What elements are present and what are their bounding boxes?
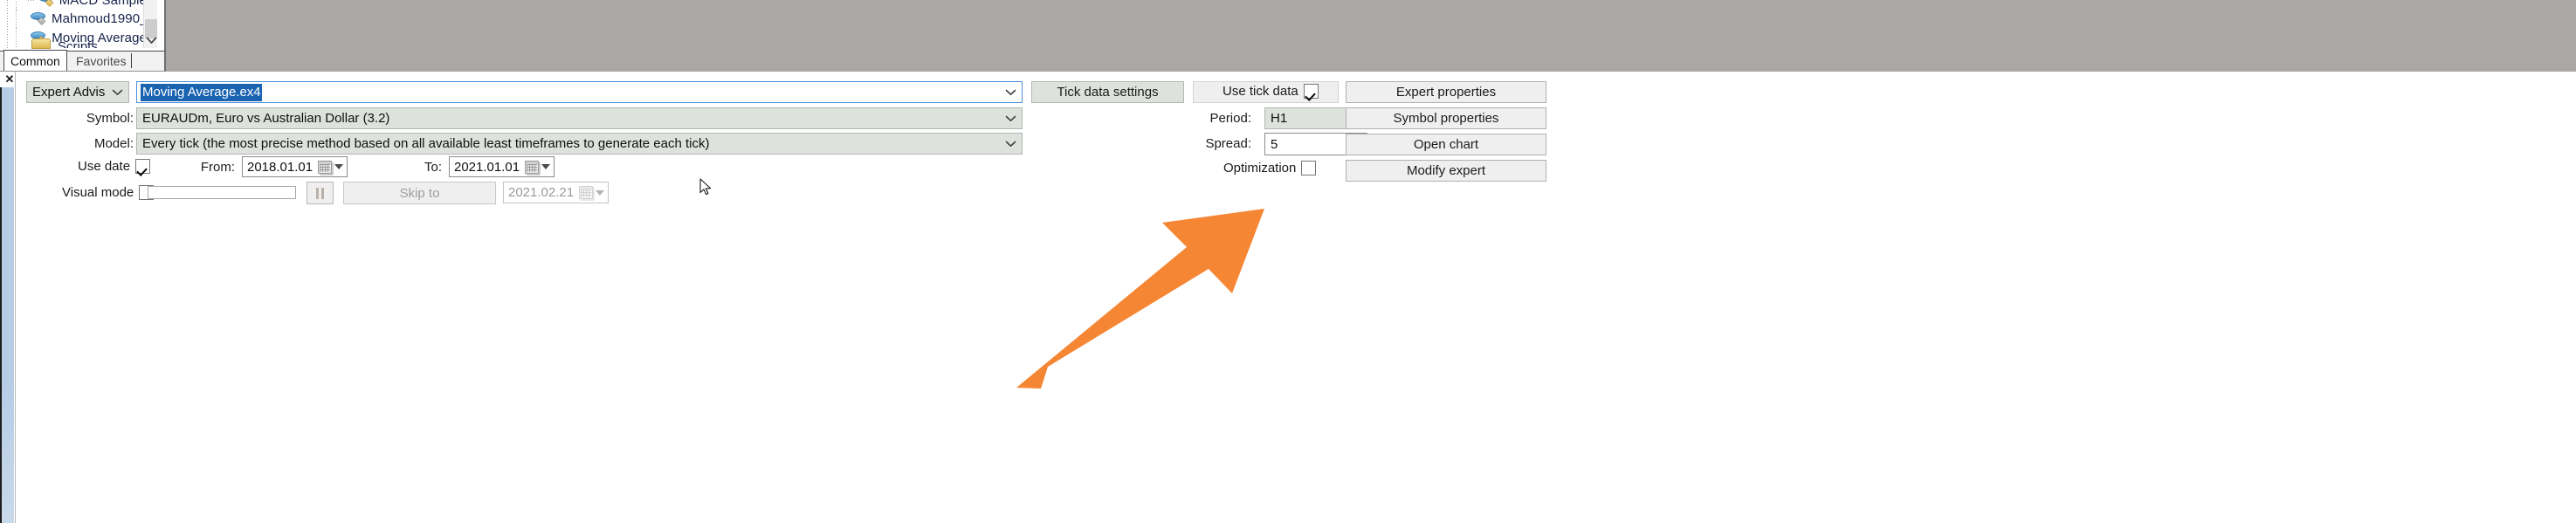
visual-mode-label: Visual mode xyxy=(62,185,134,200)
from-label: From: xyxy=(200,160,235,175)
pause-icon-bar-left xyxy=(316,187,319,199)
period-label: Period: xyxy=(1209,111,1251,126)
list-item-label: Mahmoud1990_B xyxy=(52,10,156,26)
optimization-label: Optimization xyxy=(1223,161,1297,175)
list-item-label: MACD Sample xyxy=(59,0,147,8)
desktop-backdrop xyxy=(166,0,2576,72)
chevron-down-icon xyxy=(541,164,550,169)
tab-common[interactable]: Common xyxy=(3,50,67,71)
use-date-label: Use date xyxy=(78,159,131,174)
model-label: Model: xyxy=(93,136,134,151)
chevron-down-icon xyxy=(334,164,343,169)
symbol-properties-button[interactable]: Symbol properties xyxy=(1346,107,1546,129)
use-tick-data-label: Use tick data xyxy=(1223,84,1298,99)
navigator-panel: MACD Sample Mahmoud1990_B Moving Average xyxy=(0,0,166,72)
modify-expert-label: Modify expert xyxy=(1406,163,1486,178)
strategy-tester-window: ✕ Expert Advisor Moving Average.ex4 Symb… xyxy=(0,72,2576,523)
to-date-value: 2021.01.01 xyxy=(454,159,520,175)
expert-file-input[interactable]: Moving Average.ex4 xyxy=(136,81,1023,103)
open-chart-label: Open chart xyxy=(1413,137,1479,152)
expert-type-dropdown[interactable]: Expert Advisor xyxy=(26,81,129,103)
tab-common-label: Common xyxy=(10,53,60,68)
symbol-label: Symbol: xyxy=(86,111,134,126)
calendar-icon xyxy=(579,186,593,199)
modify-expert-button[interactable]: Modify expert xyxy=(1346,160,1546,182)
tester-body: Expert Advisor Moving Average.ex4 Symbol… xyxy=(15,72,2576,523)
close-icon[interactable]: ✕ xyxy=(3,73,16,86)
from-date-value: 2018.01.01 xyxy=(247,159,313,175)
expert-properties-label: Expert properties xyxy=(1395,85,1497,100)
tick-data-settings-label: Tick data settings xyxy=(1057,85,1159,100)
chevron-down-icon xyxy=(596,189,604,196)
skip-to-date-input[interactable]: 2021.02.21 xyxy=(503,182,609,203)
model-value: Every tick (the most precise method base… xyxy=(142,136,710,151)
chevron-down-icon xyxy=(106,89,128,96)
tree-connector xyxy=(28,0,36,1)
expert-type-value: Expert Advisor xyxy=(32,85,106,100)
skip-to-button[interactable]: Skip to xyxy=(343,182,496,204)
to-date-picker[interactable] xyxy=(525,160,554,174)
tree-line xyxy=(16,9,17,28)
list-item[interactable]: Mahmoud1990_B xyxy=(16,9,156,28)
orange-pointer-arrow xyxy=(1002,203,1273,399)
skip-to-date-picker[interactable] xyxy=(579,186,608,199)
tester-side-strip xyxy=(2,87,14,523)
expert-file-value: Moving Average.ex4 xyxy=(141,83,262,101)
screen-root: MACD Sample Mahmoud1990_B Moving Average xyxy=(0,0,2576,523)
visual-mode-speed-slider[interactable] xyxy=(148,186,296,199)
scripts-folder-icon xyxy=(31,38,51,49)
use-date-checkbox[interactable]: Use date xyxy=(78,159,151,174)
from-date-picker[interactable] xyxy=(318,160,347,174)
expert-advisor-icon xyxy=(30,10,47,26)
spread-label: Spread: xyxy=(1205,136,1251,151)
period-value: H1 xyxy=(1271,111,1288,126)
open-chart-button[interactable]: Open chart xyxy=(1346,134,1546,155)
tab-favorites-label: Favorites xyxy=(76,53,127,68)
visual-mode-checkbox[interactable]: Visual mode xyxy=(62,185,155,200)
from-date-input[interactable]: 2018.01.01 xyxy=(242,156,348,177)
chevron-down-icon[interactable] xyxy=(144,33,158,48)
checkbox-box[interactable] xyxy=(1303,84,1319,99)
calendar-icon xyxy=(525,160,539,174)
use-tick-data-checkbox[interactable]: Use tick data xyxy=(1223,84,1319,99)
skip-to-label: Skip to xyxy=(399,185,440,201)
to-label: To: xyxy=(424,160,442,175)
tree-line xyxy=(16,28,17,47)
navigator-tabs: Common Favorites xyxy=(0,50,164,71)
to-date-input[interactable]: 2021.01.01 xyxy=(449,156,554,177)
optimization-checkbox[interactable]: Optimization xyxy=(1223,161,1317,175)
tab-text-caret xyxy=(131,53,132,68)
pause-icon-bar-right xyxy=(321,187,324,199)
chevron-down-icon[interactable] xyxy=(999,89,1022,96)
calendar-icon xyxy=(318,160,332,174)
navigator-tree-rule xyxy=(7,0,8,52)
mouse-cursor xyxy=(699,178,713,202)
expert-advisor-icon xyxy=(38,0,55,8)
symbol-value: EURAUDm, Euro vs Australian Dollar (3.2) xyxy=(142,111,390,126)
tick-data-settings-button[interactable]: Tick data settings xyxy=(1031,81,1184,103)
pause-button[interactable] xyxy=(307,182,334,204)
chevron-down-icon xyxy=(999,141,1022,148)
navigator-scrollbar[interactable] xyxy=(143,0,157,48)
skip-to-date-value: 2021.02.21 xyxy=(508,185,575,200)
model-dropdown[interactable]: Every tick (the most precise method base… xyxy=(136,133,1023,155)
desktop-backdrop-shade xyxy=(166,0,2576,72)
chevron-down-icon xyxy=(999,115,1022,122)
spread-value: 5 xyxy=(1271,136,1278,152)
list-item-label-partial: Scripts xyxy=(58,39,98,48)
list-item[interactable]: MACD Sample xyxy=(16,0,147,10)
symbol-dropdown[interactable]: EURAUDm, Euro vs Australian Dollar (3.2) xyxy=(136,107,1023,129)
checkbox-box[interactable] xyxy=(135,159,151,174)
checkbox-box[interactable] xyxy=(1301,161,1317,175)
tab-favorites[interactable]: Favorites xyxy=(70,51,133,71)
symbol-properties-label: Symbol properties xyxy=(1393,111,1499,126)
expert-properties-button[interactable]: Expert properties xyxy=(1346,81,1546,103)
